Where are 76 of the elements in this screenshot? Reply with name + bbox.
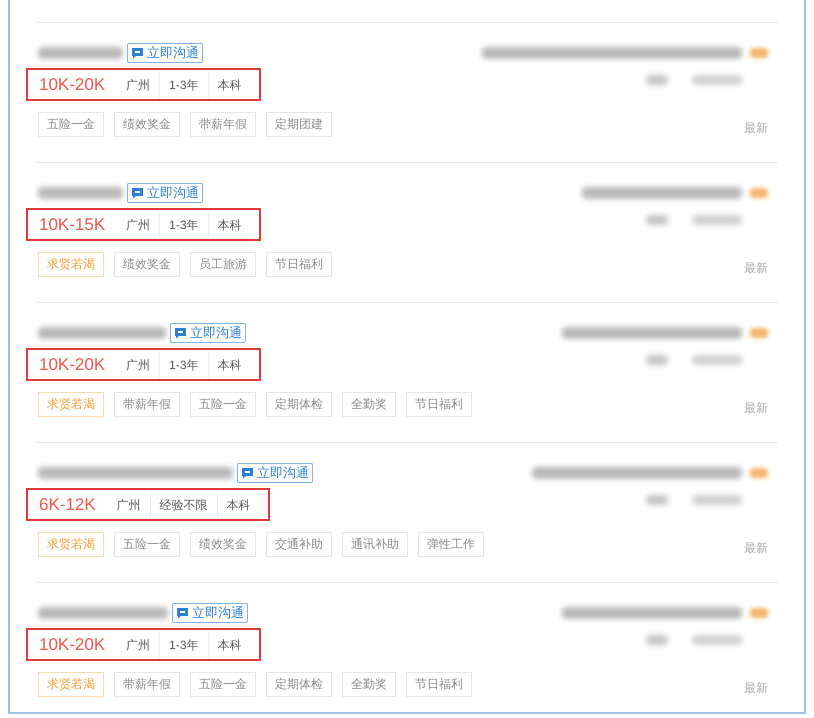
blurred-text (646, 635, 668, 645)
job-attribute: 本科 (216, 492, 260, 518)
blurred-text (692, 75, 742, 85)
posted-label: 最新 (744, 540, 768, 557)
benefit-tag: 五险一金 (114, 532, 180, 557)
job-attribute: 经验不限 (150, 492, 217, 518)
benefit-tag: 求贤若渴 (38, 672, 104, 697)
job-attribute: 本科 (208, 72, 251, 98)
blurred-badge (750, 188, 768, 198)
salary-text: 6K-12K (39, 494, 96, 516)
chat-icon (174, 327, 187, 339)
posted-label: 最新 (744, 680, 768, 697)
job-attribute: 本科 (208, 212, 251, 238)
salary-text: 10K-20K (39, 634, 106, 656)
benefit-tag: 定期体检 (266, 672, 332, 697)
salary-text: 10K-15K (39, 214, 106, 236)
benefit-tag: 全勤奖 (342, 672, 396, 697)
posted-label: 最新 (744, 400, 768, 417)
chat-button[interactable]: 立即沟通 (237, 463, 313, 483)
job-attribute: 广州 (125, 216, 152, 234)
job-attribute: 本科 (208, 632, 251, 658)
blurred-text (646, 355, 668, 365)
job-attribute: 1-3年 (159, 352, 208, 378)
chat-button[interactable]: 立即沟通 (170, 323, 246, 343)
job-attribute: 1-3年 (159, 72, 208, 98)
salary-text: 10K-20K (39, 354, 106, 376)
posted-label: 最新 (744, 120, 768, 137)
benefit-tag: 通讯补助 (342, 532, 408, 557)
benefit-tag: 定期体检 (266, 392, 332, 417)
benefit-tag: 求贤若渴 (38, 252, 104, 277)
blurred-badge (750, 328, 768, 338)
job-attribute: 1-3年 (159, 632, 208, 658)
benefit-tag: 求贤若渴 (38, 392, 104, 417)
blurred-badge (750, 608, 768, 618)
chat-icon (176, 607, 189, 619)
benefit-tag: 绩效奖金 (114, 112, 180, 137)
blurred-text (692, 495, 742, 505)
chat-icon (131, 47, 144, 59)
blurred-text (692, 355, 742, 365)
chat-icon (241, 467, 254, 479)
benefit-tag: 带薪年假 (114, 392, 180, 417)
blurred-badge (750, 48, 768, 58)
benefit-tag: 绩效奖金 (190, 532, 256, 557)
blurred-text (646, 215, 668, 225)
job-attribute: 广州 (116, 496, 142, 514)
benefit-tag: 员工旅游 (190, 252, 256, 277)
benefit-tag: 五险一金 (38, 112, 104, 137)
benefit-tag: 节日福利 (406, 672, 472, 697)
benefit-tag: 求贤若渴 (38, 532, 104, 557)
blurred-badge (750, 468, 768, 478)
benefit-tag: 节日福利 (266, 252, 332, 277)
benefit-tag: 带薪年假 (190, 112, 256, 137)
blurred-text (646, 495, 668, 505)
benefit-tag: 交通补助 (266, 532, 332, 557)
job-attribute: 广州 (125, 356, 152, 374)
benefit-tag: 带薪年假 (114, 672, 180, 697)
chat-button[interactable]: 立即沟通 (172, 603, 248, 623)
chat-button[interactable]: 立即沟通 (127, 43, 203, 63)
benefit-tag: 五险一金 (190, 392, 256, 417)
benefit-tag: 五险一金 (190, 672, 256, 697)
benefit-tag: 弹性工作 (418, 532, 484, 557)
salary-text: 10K-20K (39, 74, 106, 96)
benefit-tag: 绩效奖金 (114, 252, 180, 277)
blurred-text (646, 75, 668, 85)
benefit-tag: 全勤奖 (342, 392, 396, 417)
posted-label: 最新 (744, 260, 768, 277)
chat-icon (131, 187, 144, 199)
job-attribute: 广州 (125, 76, 152, 94)
benefit-tag: 节日福利 (406, 392, 472, 417)
job-attribute: 本科 (208, 352, 251, 378)
chat-button[interactable]: 立即沟通 (127, 183, 203, 203)
job-attribute: 1-3年 (159, 212, 208, 238)
blurred-text (692, 635, 742, 645)
blurred-text (692, 215, 742, 225)
benefit-tag: 定期团建 (266, 112, 332, 137)
job-attribute: 广州 (125, 636, 152, 654)
